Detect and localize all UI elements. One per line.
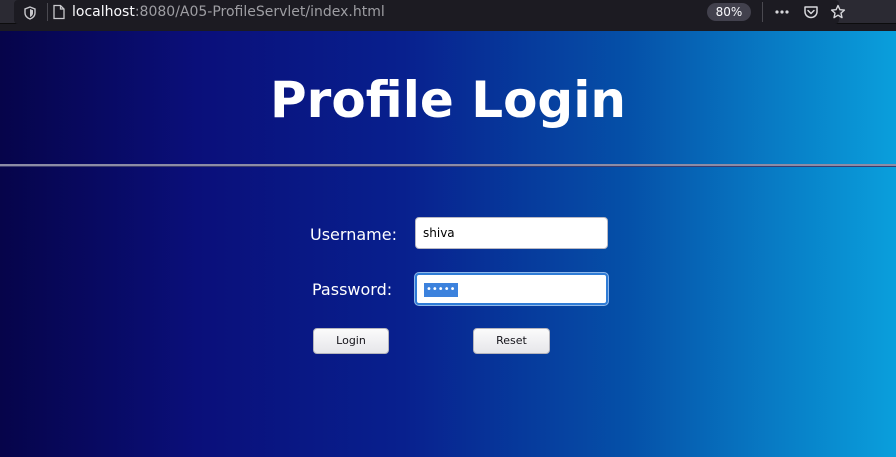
shield-icon[interactable]	[23, 5, 37, 20]
more-icon[interactable]	[774, 4, 790, 20]
password-label: Password:	[312, 280, 393, 299]
password-selected-text: •••••	[424, 283, 458, 297]
reset-button[interactable]: Reset	[473, 328, 550, 354]
horizontal-rule	[0, 164, 896, 167]
browser-toolbar: localhost:8080/A05-ProfileServlet/index.…	[0, 0, 896, 24]
username-input[interactable]	[415, 217, 608, 249]
url-field[interactable]: localhost:8080/A05-ProfileServlet/index.…	[14, 0, 846, 24]
pocket-icon[interactable]	[803, 4, 819, 20]
url-host: localhost	[72, 4, 135, 20]
url-text[interactable]: localhost:8080/A05-ProfileServlet/index.…	[72, 3, 385, 21]
password-input[interactable]: •••••	[415, 273, 608, 305]
url-path: :8080/A05-ProfileServlet/index.html	[134, 4, 385, 20]
page-icon	[52, 4, 66, 20]
login-button[interactable]: Login	[313, 328, 389, 354]
username-label: Username:	[310, 225, 397, 244]
toolbar-separator	[762, 2, 763, 22]
star-icon[interactable]	[830, 4, 846, 20]
page-title: Profile Login	[270, 71, 626, 129]
page-content: Profile Login Username: Password: ••••• …	[0, 31, 896, 457]
url-separator	[47, 3, 48, 21]
zoom-badge[interactable]: 80%	[707, 3, 751, 21]
